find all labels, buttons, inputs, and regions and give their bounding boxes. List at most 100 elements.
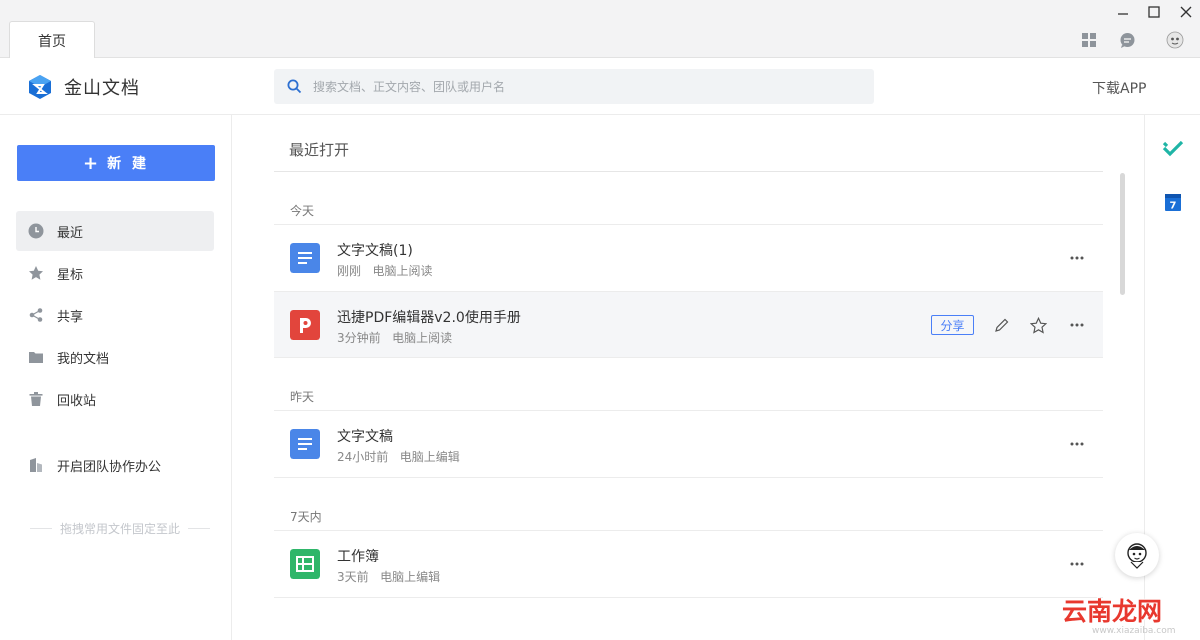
doc-file-icon <box>290 429 320 459</box>
pin-hint-text: 拖拽常用文件固定至此 <box>60 522 181 536</box>
sidebar-item-starred[interactable]: 星标 <box>16 253 214 293</box>
sidebar-item-label: 最近 <box>57 225 84 241</box>
scrollbar-thumb[interactable] <box>1120 173 1125 295</box>
group-label-today: 今天 <box>290 204 315 218</box>
trash-icon <box>27 390 45 408</box>
sidebar-item-label: 回收站 <box>57 393 97 409</box>
divider <box>30 528 52 529</box>
file-row[interactable]: 文字文稿 24小时前 电脑上编辑 <box>274 411 1103 477</box>
file-name[interactable]: 迅捷PDF编辑器v2.0使用手册 <box>337 307 521 327</box>
grid-icon <box>1082 33 1096 47</box>
sidebar-item-recent[interactable]: 最近 <box>16 211 214 251</box>
team-collab-label: 开启团队协作办公 <box>57 459 162 475</box>
star-outline-icon <box>1029 316 1047 334</box>
more-dots-icon <box>1070 562 1084 566</box>
doc-file-icon <box>290 243 320 273</box>
clock-icon <box>27 222 45 240</box>
file-action: 电脑上阅读 <box>392 331 453 345</box>
file-row[interactable]: 工作簿 3天前 电脑上编辑 <box>274 531 1103 597</box>
file-action: 电脑上编辑 <box>380 570 441 584</box>
file-name[interactable]: 工作簿 <box>337 546 379 566</box>
file-row[interactable]: 文字文稿(1) 刚刚 电脑上阅读 <box>274 225 1103 291</box>
sidebar-item-team[interactable]: 开启团队协作办公 <box>16 445 214 485</box>
sidebar-item-label: 星标 <box>57 267 84 283</box>
divider <box>188 528 211 529</box>
tab-home[interactable]: 首页 <box>9 21 95 59</box>
app-name: 金山文档 <box>64 78 140 99</box>
file-meta: 3分钟前 电脑上阅读 <box>337 329 452 346</box>
star-icon <box>27 264 45 282</box>
title-bar: 首页 <box>0 0 1200 59</box>
left-sidebar: + 新 建 最近 星标 共享 我的文档 回收站 开启团队协作办公 拖拽常用文件固… <box>0 115 232 640</box>
assistant-avatar-icon <box>1127 543 1147 569</box>
file-time: 刚刚 <box>337 264 362 278</box>
sheet-file-icon <box>290 549 320 579</box>
maximize-icon <box>1148 6 1160 18</box>
sidebar-item-label: 共享 <box>57 309 84 325</box>
avatar-icon <box>1166 31 1184 49</box>
star-button[interactable] <box>1028 315 1048 335</box>
sidebar-item-my-docs[interactable]: 我的文档 <box>16 337 214 377</box>
new-button-label: 新 建 <box>107 156 149 172</box>
chat-bubble-icon <box>1120 32 1134 48</box>
page-title: 最近打开 <box>289 141 350 159</box>
watermark-text: 云南龙网 <box>1062 597 1163 626</box>
file-action: 电脑上阅读 <box>372 264 433 278</box>
task-check-icon <box>1162 140 1184 157</box>
rename-button[interactable] <box>992 315 1012 335</box>
pin-hint: 拖拽常用文件固定至此 <box>30 520 211 537</box>
share-button[interactable]: 分享 <box>931 315 974 335</box>
divider <box>274 597 1103 598</box>
minimize-button[interactable] <box>1112 3 1134 21</box>
file-time: 24小时前 <box>337 450 389 464</box>
new-button[interactable]: + 新 建 <box>17 145 215 181</box>
maximize-button[interactable] <box>1143 3 1165 21</box>
kingsoft-docs-logo-icon <box>29 75 51 99</box>
calendar-icon: 7 <box>1165 194 1181 212</box>
apps-grid-button[interactable] <box>1080 31 1098 49</box>
tasks-button[interactable] <box>1162 138 1184 160</box>
more-button[interactable] <box>1068 249 1086 267</box>
more-button[interactable] <box>1068 316 1086 334</box>
file-name[interactable]: 文字文稿(1) <box>337 240 413 260</box>
file-meta: 3天前 电脑上编辑 <box>337 568 440 585</box>
watermark-url: www.xiazaiba.com <box>1092 626 1176 636</box>
sidebar-item-shared[interactable]: 共享 <box>16 295 214 335</box>
search-input[interactable] <box>313 79 813 94</box>
folder-icon <box>27 348 45 366</box>
more-dots-icon <box>1070 442 1084 446</box>
sidebar-item-label: 我的文档 <box>57 351 110 367</box>
sidebar-item-trash[interactable]: 回收站 <box>16 379 214 419</box>
file-time: 3分钟前 <box>337 331 381 345</box>
file-action: 电脑上编辑 <box>399 450 460 464</box>
download-app-link[interactable]: 下载APP <box>1092 78 1146 98</box>
close-button[interactable] <box>1175 3 1197 21</box>
file-meta: 24小时前 电脑上编辑 <box>337 448 460 465</box>
minimize-icon <box>1118 13 1128 15</box>
search-box[interactable] <box>274 69 874 104</box>
pdf-file-icon <box>290 310 320 340</box>
share-icon <box>27 306 45 324</box>
calendar-day: 7 <box>1170 201 1177 212</box>
file-time: 3天前 <box>337 570 369 584</box>
main-content: 最近打开 今天 文字文稿(1) 刚刚 电脑上阅读 迅捷PDF编辑器v2.0使用手… <box>232 115 1144 640</box>
user-avatar-button[interactable] <box>1166 31 1184 49</box>
divider <box>274 477 1103 478</box>
more-button[interactable] <box>1068 435 1086 453</box>
close-icon <box>1180 6 1192 18</box>
plus-icon: + <box>83 152 102 174</box>
file-name[interactable]: 文字文稿 <box>337 426 393 446</box>
file-row[interactable]: 迅捷PDF编辑器v2.0使用手册 3分钟前 电脑上阅读 分享 <box>274 292 1103 358</box>
more-button[interactable] <box>1068 555 1086 573</box>
assistant-button[interactable] <box>1115 533 1159 577</box>
file-meta: 刚刚 电脑上阅读 <box>337 262 432 279</box>
pencil-icon <box>995 318 1009 332</box>
calendar-button[interactable]: 7 <box>1162 191 1184 213</box>
more-dots-icon <box>1070 256 1084 260</box>
group-label-7-days: 7天内 <box>290 510 322 524</box>
divider <box>274 171 1103 172</box>
building-icon <box>27 456 45 474</box>
watermark: 云南龙网 www.xiazaiba.com <box>1062 592 1198 638</box>
message-button[interactable] <box>1118 31 1136 49</box>
app-header: 金山文档 下载APP <box>0 58 1200 115</box>
